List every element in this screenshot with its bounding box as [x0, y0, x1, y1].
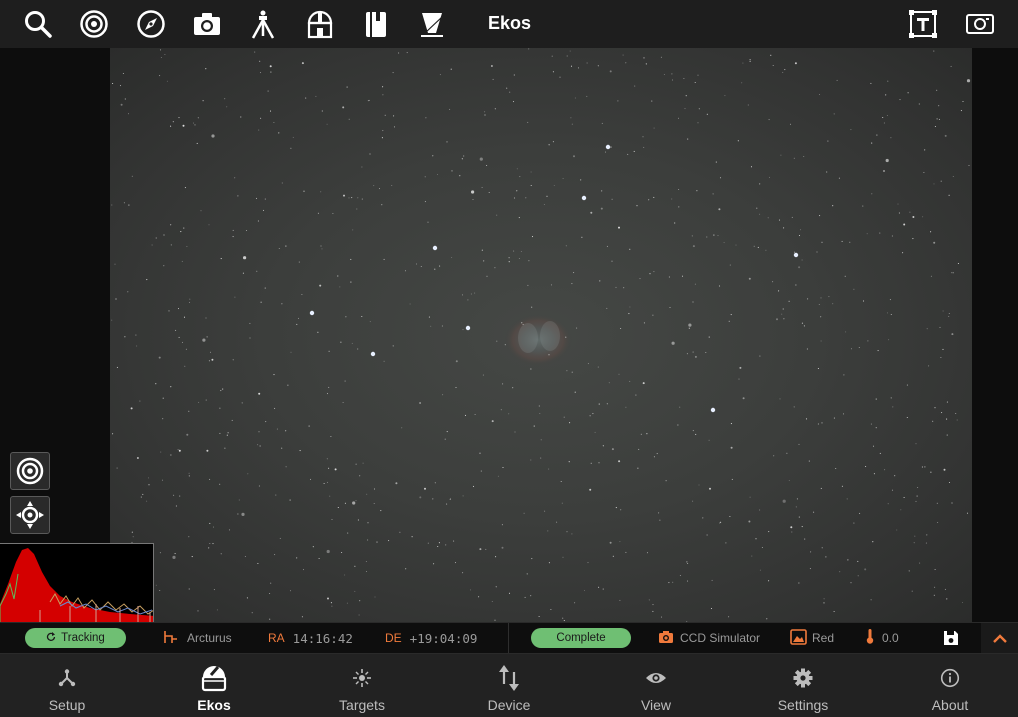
targets-icon [352, 664, 372, 692]
text-box-icon[interactable] [906, 7, 940, 41]
ra-label: RA [268, 631, 285, 645]
nav-targets[interactable]: Targets [302, 654, 422, 717]
star-field [111, 48, 971, 622]
camera-icon-small [658, 630, 674, 647]
nav-about[interactable]: About [890, 654, 1010, 717]
app-title: Ekos [488, 13, 532, 33]
nav-setup-label: Setup [48, 697, 86, 713]
device-arrows-icon [498, 664, 520, 692]
frame-icon[interactable] [963, 7, 997, 41]
nav-view[interactable]: View [596, 654, 716, 717]
top-toolbar: Ekos [0, 0, 1018, 48]
nav-view-label: View [640, 697, 672, 713]
nav-about-label: About [931, 697, 969, 713]
chevron-up-icon[interactable] [981, 623, 1018, 653]
sky-image[interactable] [110, 48, 972, 622]
status-bar: Tracking Arcturus RA 14:16:42 DE +19:04:… [0, 622, 1018, 654]
image-viewer[interactable] [0, 48, 1018, 623]
status-divider [508, 623, 509, 653]
camera-icon[interactable] [190, 7, 224, 41]
observatory-icon[interactable] [303, 7, 337, 41]
bottom-navigation: Setup Ekos Targets Device View Settings [0, 654, 1018, 717]
nav-ekos[interactable]: Ekos [154, 654, 274, 717]
ekos-observatory-icon [201, 664, 227, 692]
target-name: Arcturus [187, 631, 232, 645]
capture-status-badge[interactable]: Complete [531, 628, 631, 648]
telescope-mount-icon[interactable] [246, 7, 280, 41]
tracking-status-badge[interactable]: Tracking [25, 628, 126, 648]
filter-icon [790, 628, 807, 648]
target-button[interactable] [10, 452, 50, 490]
compass-icon[interactable] [134, 7, 168, 41]
histogram[interactable] [0, 543, 154, 623]
search-icon[interactable] [21, 7, 55, 41]
target-icon[interactable] [77, 7, 111, 41]
nav-setup[interactable]: Setup [7, 654, 127, 717]
camera-name: CCD Simulator [680, 631, 761, 645]
thermometer-icon [866, 629, 874, 647]
crosshair-button[interactable] [10, 496, 50, 534]
de-label: DE [385, 631, 402, 645]
nav-device-label: Device [487, 697, 531, 713]
nav-ekos-label: Ekos [197, 697, 231, 713]
gear-icon [793, 664, 813, 692]
save-icon[interactable] [943, 623, 959, 653]
info-icon [940, 664, 960, 692]
nav-settings-label: Settings [777, 697, 829, 713]
nav-settings[interactable]: Settings [743, 654, 863, 717]
mount-icon [163, 630, 178, 647]
de-value: +19:04:09 [409, 630, 478, 646]
temperature-value: 0.0 [882, 631, 899, 645]
ra-value: 14:16:42 [292, 630, 353, 646]
nebula [504, 314, 572, 366]
filter-name: Red [812, 631, 835, 645]
nav-targets-label: Targets [339, 697, 385, 713]
refresh-icon [46, 631, 56, 645]
setup-icon [58, 664, 76, 692]
notebook-icon[interactable] [359, 7, 393, 41]
flat-panel-icon[interactable] [415, 7, 449, 41]
eye-icon [645, 664, 667, 692]
histogram-red [0, 548, 153, 622]
nav-device[interactable]: Device [449, 654, 569, 717]
tracking-label: Tracking [61, 632, 105, 644]
